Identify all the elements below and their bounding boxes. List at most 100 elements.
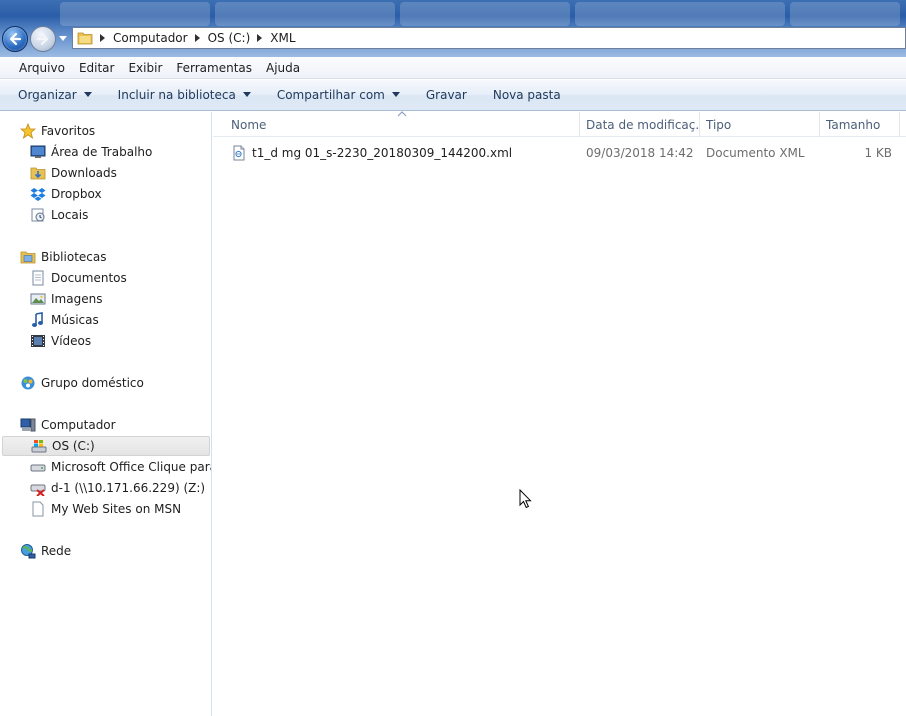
arrow-right-icon xyxy=(36,32,49,46)
chevron-down-icon xyxy=(242,92,251,98)
file-type: Documento XML xyxy=(706,146,805,160)
documents-icon xyxy=(30,270,46,286)
nav-item-videos[interactable]: Vídeos xyxy=(0,331,211,351)
network-globe-icon xyxy=(20,543,36,559)
column-header-type[interactable]: Tipo xyxy=(700,112,820,137)
nav-item-label: Documentos xyxy=(51,271,127,285)
include-in-library-label: Incluir na biblioteca xyxy=(117,88,236,102)
nav-item-musicas[interactable]: Músicas xyxy=(0,310,211,330)
breadcrumb-arrow-icon[interactable] xyxy=(190,34,206,42)
background-glass xyxy=(575,2,785,26)
menu-exibir[interactable]: Exibir xyxy=(121,61,169,75)
forward-button[interactable] xyxy=(30,26,56,52)
nav-item-label: Músicas xyxy=(51,313,99,327)
homegroup-icon xyxy=(20,375,36,391)
nav-item-label: Downloads xyxy=(51,166,117,180)
nav-computer-label: Computador xyxy=(41,418,116,432)
file-name-cell: t1_d mg 01_s-2230_20180309_144200.xml xyxy=(231,142,580,164)
chevron-down-icon xyxy=(83,92,92,98)
address-bar-region: Computador OS (C:) XML xyxy=(0,0,906,57)
nav-item-os-drive[interactable]: OS (C:) xyxy=(2,436,210,456)
nav-item-imagens[interactable]: Imagens xyxy=(0,289,211,309)
disconnected-network-drive-icon xyxy=(30,480,46,496)
menu-arquivo[interactable]: Arquivo xyxy=(12,61,72,75)
pictures-icon xyxy=(30,291,46,307)
burn-button[interactable]: Gravar xyxy=(420,88,473,102)
nav-item-locais[interactable]: Locais xyxy=(0,205,211,225)
blank-page-icon xyxy=(30,501,46,517)
music-note-icon xyxy=(30,312,46,328)
file-row[interactable]: t1_d mg 01_s-2230_20180309_144200.xml 09… xyxy=(213,142,906,164)
new-folder-button[interactable]: Nova pasta xyxy=(487,88,567,102)
nav-favorites[interactable]: Favoritos xyxy=(0,121,211,141)
nav-item-label: My Web Sites on MSN xyxy=(51,502,182,516)
nav-item-label: d-1 (\\10.171.66.229) (Z:) xyxy=(51,481,206,495)
nav-item-network-drive[interactable]: d-1 (\\10.171.66.229) (Z:) xyxy=(0,478,211,498)
menu-ajuda[interactable]: Ajuda xyxy=(259,61,307,75)
nav-item-label: Área de Trabalho xyxy=(51,145,153,159)
nav-item-label: Locais xyxy=(51,208,89,222)
breadcrumb-xml[interactable]: XML xyxy=(268,31,297,45)
recent-pages-dropdown[interactable] xyxy=(58,34,68,44)
include-in-library-button[interactable]: Incluir na biblioteca xyxy=(112,88,257,102)
back-button[interactable] xyxy=(2,26,28,52)
breadcrumb-computador[interactable]: Computador xyxy=(111,31,190,45)
drive-icon xyxy=(30,459,46,475)
nav-item-label: Microsoft Office Clique para Executar xyxy=(51,460,211,474)
nav-item-desktop[interactable]: Área de Trabalho xyxy=(0,142,211,162)
video-film-icon xyxy=(30,333,46,349)
nav-favorites-label: Favoritos xyxy=(41,124,96,138)
column-header-name[interactable]: Nome xyxy=(225,112,580,137)
share-with-button[interactable]: Compartilhar com xyxy=(271,88,406,102)
nav-libraries[interactable]: Bibliotecas xyxy=(0,247,211,267)
nav-libraries-label: Bibliotecas xyxy=(41,250,107,264)
file-date: 09/03/2018 14:42 xyxy=(586,146,694,160)
mouse-cursor-icon xyxy=(519,489,532,509)
computer-icon xyxy=(20,417,36,433)
breadcrumb-drive[interactable]: OS (C:) xyxy=(206,31,253,45)
nav-item-label: Dropbox xyxy=(51,187,102,201)
nav-item-label: Vídeos xyxy=(51,334,92,348)
navigation-pane: Favoritos Área de Trabalho Downloads Dro… xyxy=(0,112,212,716)
nav-homegroup[interactable]: Grupo doméstico xyxy=(0,373,211,393)
nav-item-office-drive[interactable]: Microsoft Office Clique para Executar xyxy=(0,457,211,477)
background-glass xyxy=(215,2,395,26)
downloads-folder-icon xyxy=(30,165,46,181)
nav-item-dropbox[interactable]: Dropbox xyxy=(0,184,211,204)
menu-editar[interactable]: Editar xyxy=(72,61,122,75)
column-header-date[interactable]: Data de modificaç... xyxy=(580,112,700,137)
folder-icon xyxy=(75,28,95,48)
file-name: t1_d mg 01_s-2230_20180309_144200.xml xyxy=(252,146,513,160)
chevron-down-icon xyxy=(59,36,67,41)
menu-ferramentas[interactable]: Ferramentas xyxy=(169,61,259,75)
address-input[interactable]: Computador OS (C:) XML xyxy=(72,27,906,49)
column-header-row: Nome Data de modificaç... Tipo Tamanho xyxy=(213,111,906,137)
nav-item-documentos[interactable]: Documentos xyxy=(0,268,211,288)
background-glass xyxy=(790,2,900,26)
nav-network[interactable]: Rede xyxy=(0,541,211,561)
menu-bar: Arquivo Editar Exibir Ferramentas Ajuda xyxy=(0,57,906,79)
file-list-pane: Nome Data de modificaç... Tipo Tamanho t… xyxy=(213,111,906,716)
xml-file-icon xyxy=(231,145,247,161)
nav-computer[interactable]: Computador xyxy=(0,415,211,435)
nav-homegroup-label: Grupo doméstico xyxy=(41,376,144,390)
nav-item-downloads[interactable]: Downloads xyxy=(0,163,211,183)
share-with-label: Compartilhar com xyxy=(276,88,385,102)
organize-label: Organizar xyxy=(18,88,77,102)
background-glass xyxy=(400,2,570,26)
breadcrumb-arrow-icon[interactable] xyxy=(252,34,268,42)
recent-places-icon xyxy=(30,207,46,223)
nav-network-label: Rede xyxy=(41,544,72,558)
column-header-size[interactable]: Tamanho xyxy=(820,112,900,137)
nav-item-label: OS (C:) xyxy=(52,439,95,453)
star-icon xyxy=(20,123,36,139)
nav-item-web-sites[interactable]: My Web Sites on MSN xyxy=(0,499,211,519)
drive-windows-icon xyxy=(31,438,47,454)
file-size: 1 KB xyxy=(864,146,892,160)
command-bar: Organizar Incluir na biblioteca Comparti… xyxy=(0,80,906,111)
chevron-down-icon xyxy=(391,92,400,98)
nav-item-label: Imagens xyxy=(51,292,103,306)
background-glass xyxy=(60,2,210,26)
breadcrumb-arrow-icon[interactable] xyxy=(95,34,111,42)
organize-button[interactable]: Organizar xyxy=(12,88,98,102)
